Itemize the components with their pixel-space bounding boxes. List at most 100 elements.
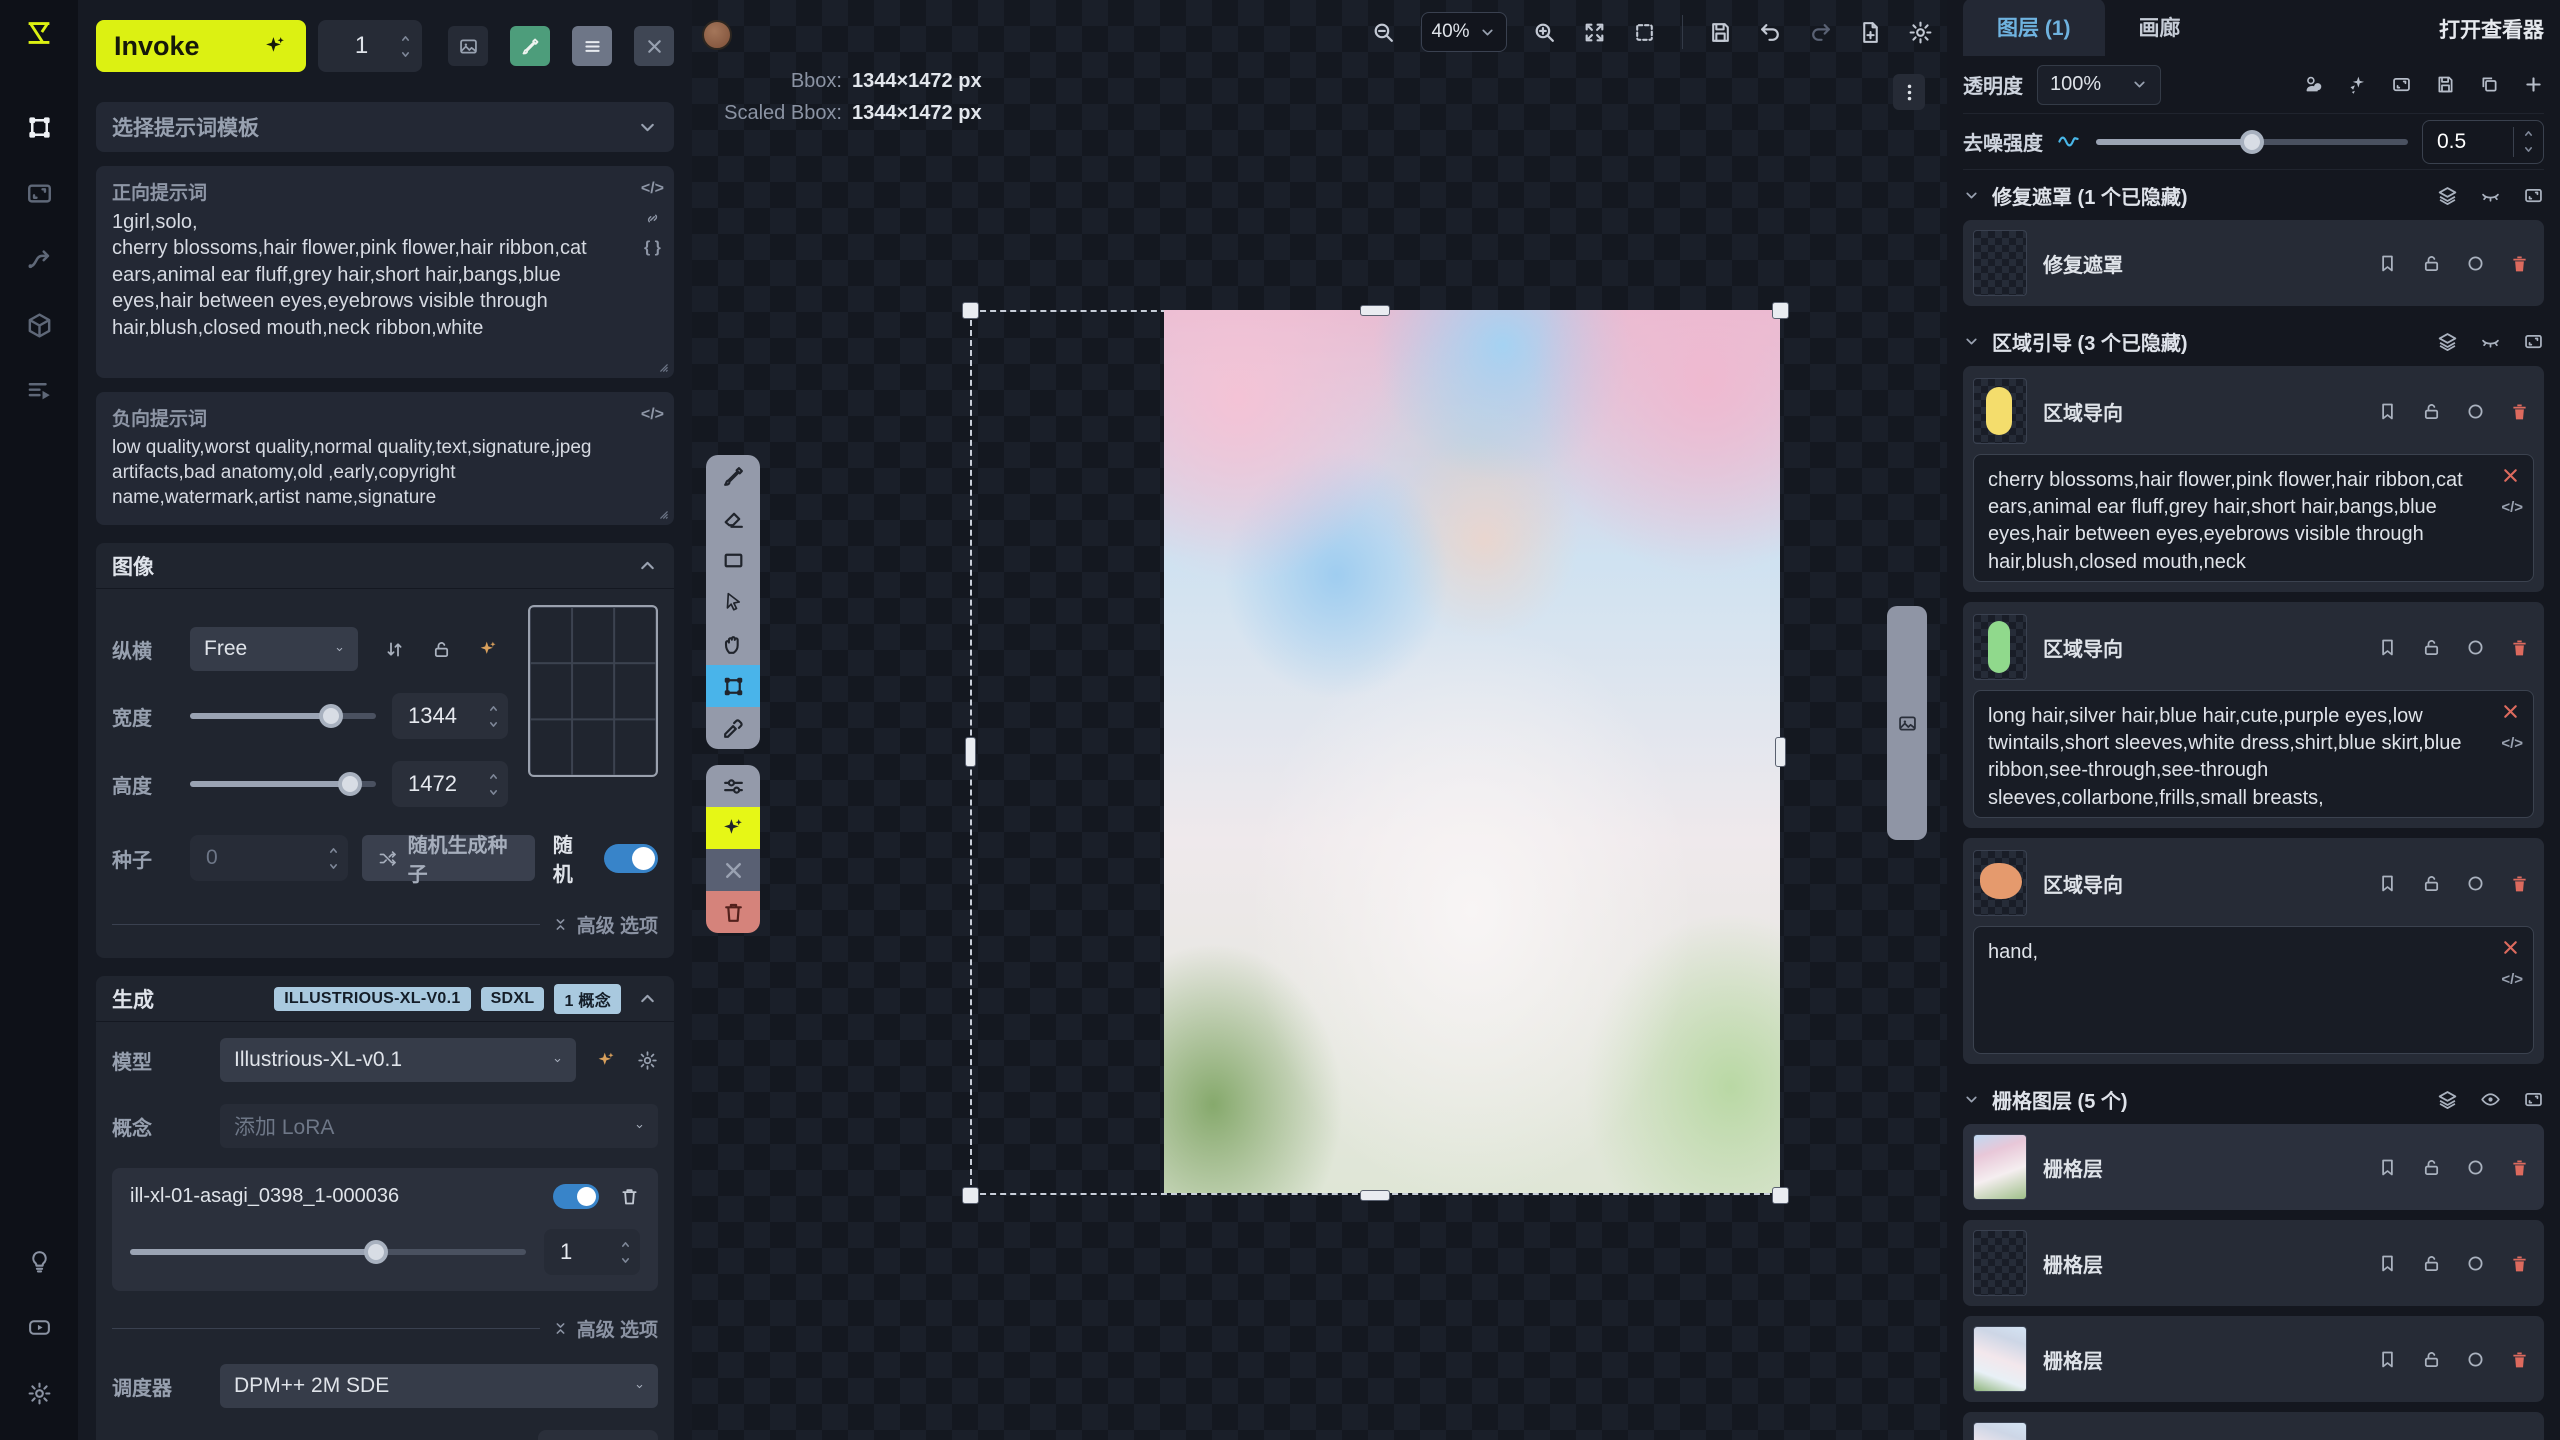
nav-queue-tab[interactable] — [11, 362, 67, 420]
layers-icon[interactable] — [2437, 185, 2458, 206]
invoke-logo-icon[interactable] — [22, 16, 56, 50]
tab-layers[interactable]: 图层 (1) — [1963, 0, 2105, 56]
cancel-button[interactable] — [706, 849, 760, 891]
duplicate-icon[interactable] — [2479, 74, 2500, 95]
trash-icon[interactable] — [2509, 873, 2530, 894]
fit-to-view-icon[interactable] — [1582, 20, 1607, 45]
bbox-handle-se[interactable] — [1772, 1187, 1789, 1204]
raster-layer-row[interactable]: 栅格层 — [1963, 1124, 2544, 1210]
zoom-level-select[interactable]: 40% — [1421, 12, 1507, 52]
image-section-header[interactable]: 图像 — [96, 543, 674, 589]
move-tool[interactable] — [706, 581, 760, 623]
rect-tool[interactable] — [706, 539, 760, 581]
raster-layer-row[interactable]: 栅格层 — [1963, 1316, 2544, 1402]
save-layer-icon[interactable] — [2435, 74, 2456, 95]
canvas-image[interactable] — [1164, 310, 1780, 1193]
canvas-mode-button[interactable] — [510, 26, 550, 66]
eraser-tool[interactable] — [706, 497, 760, 539]
resize-handle-icon[interactable] — [653, 504, 670, 521]
remove-prompt-icon[interactable] — [2500, 937, 2521, 958]
lock-icon[interactable] — [2421, 1253, 2442, 1274]
model-sparkle-icon[interactable] — [596, 1050, 617, 1071]
regional-prompt-text[interactable]: long hair,silver hair,blue hair,cute,pur… — [1988, 703, 2481, 812]
new-session-icon[interactable] — [1858, 20, 1883, 45]
chevron-up-icon[interactable] — [637, 988, 658, 1009]
swap-dimensions-icon[interactable] — [384, 639, 405, 660]
bookmark-icon[interactable] — [2377, 1253, 2398, 1274]
code-icon[interactable]: </> — [2501, 735, 2523, 752]
random-seed-toggle[interactable] — [604, 844, 658, 873]
remove-prompt-icon[interactable] — [2500, 465, 2521, 486]
visibility-circle-icon[interactable] — [2465, 401, 2486, 422]
close-panel-button[interactable] — [634, 26, 674, 66]
lock-icon[interactable] — [2421, 873, 2442, 894]
visibility-circle-icon[interactable] — [2465, 1157, 2486, 1178]
visibility-circle-icon[interactable] — [2465, 1253, 2486, 1274]
shapes-icon[interactable] — [2303, 74, 2324, 95]
eye-off-icon[interactable] — [2480, 331, 2501, 352]
fit-bbox-icon[interactable] — [1632, 20, 1657, 45]
frame-icon[interactable] — [2523, 185, 2544, 206]
add-lora-select[interactable]: 添加 LoRA — [220, 1104, 658, 1148]
code-icon[interactable]: </> — [641, 180, 664, 198]
layers-icon[interactable] — [2437, 331, 2458, 352]
model-select[interactable]: Illustrious-XL-v0.1 — [220, 1038, 576, 1082]
lock-icon[interactable] — [2421, 401, 2442, 422]
nav-canvas-tab[interactable] — [11, 98, 67, 156]
frame-icon[interactable] — [2523, 1089, 2544, 1110]
brush-color-swatch[interactable] — [702, 20, 732, 50]
lora-toggle[interactable] — [553, 1184, 599, 1209]
brush-tool[interactable] — [706, 455, 760, 497]
scheduler-select[interactable]: DPM++ 2M SDE — [220, 1364, 658, 1408]
bookmark-icon[interactable] — [2377, 1349, 2398, 1370]
height-slider[interactable] — [190, 781, 376, 787]
raster-layer-row[interactable]: 栅格层 — [1963, 1220, 2544, 1306]
regional-prompt-text[interactable]: hand, — [1988, 939, 2481, 966]
nav-viewer-tab[interactable] — [11, 164, 67, 222]
trash-icon[interactable] — [2509, 637, 2530, 658]
pan-tool[interactable] — [706, 623, 760, 665]
regional-prompt-box[interactable]: cherry blossoms,hair flower,pink flower,… — [1973, 454, 2534, 582]
opacity-select[interactable]: 100% — [2037, 65, 2161, 105]
trash-icon[interactable] — [619, 1186, 640, 1207]
advanced-options-toggle[interactable]: 高级 选项 — [552, 1315, 658, 1342]
trash-icon[interactable] — [2509, 253, 2530, 274]
tips-button[interactable] — [11, 1232, 67, 1290]
bbox-tool[interactable] — [706, 665, 760, 707]
eye-off-icon[interactable] — [2480, 185, 2501, 206]
lora-weight-input[interactable]: 1 — [544, 1229, 640, 1275]
layers-list[interactable]: 修复遮罩 (1 个已隐藏) 修复遮罩 区域引导 — [1963, 170, 2544, 1440]
generation-section-header[interactable]: 生成 ILLUSTRIOUS-XL-V0.1 SDXL 1 概念 — [96, 976, 674, 1022]
advanced-options-toggle[interactable]: 高级 选项 — [552, 911, 658, 938]
frame-icon[interactable] — [2523, 331, 2544, 352]
canvas-menu-button[interactable] — [1893, 74, 1925, 110]
trash-icon[interactable] — [2509, 401, 2530, 422]
bbox-handle-nw[interactable] — [962, 302, 979, 319]
code-icon[interactable]: </> — [641, 406, 664, 424]
regional-prompt-box[interactable]: long hair,silver hair,blue hair,cute,pur… — [1973, 690, 2534, 818]
invoke-region-button[interactable] — [706, 807, 760, 849]
visibility-circle-icon[interactable] — [2465, 1349, 2486, 1370]
steps-input[interactable]: 20 — [538, 1430, 658, 1440]
raster-section-header[interactable]: 栅格图层 (5 个) — [1963, 1074, 2544, 1124]
gallery-toggle-button[interactable] — [448, 26, 488, 66]
resize-handle-icon[interactable] — [653, 357, 670, 374]
raster-layer-row[interactable]: 栅格层 — [1963, 1412, 2544, 1440]
open-viewer-button[interactable]: 打开查看器 — [2439, 14, 2544, 56]
bbox-handle-ne[interactable] — [1772, 302, 1789, 319]
lock-icon[interactable] — [2421, 1349, 2442, 1370]
bookmark-icon[interactable] — [2377, 401, 2398, 422]
regional-layer-card[interactable]: 区域导向 hand, </> — [1963, 838, 2544, 1064]
settings-button[interactable] — [11, 1364, 67, 1422]
model-settings-icon[interactable] — [637, 1050, 658, 1071]
regional-layer-card[interactable]: 区域导向 long hair,silver hair,blue hair,cut… — [1963, 602, 2544, 828]
undo-icon[interactable] — [1758, 20, 1783, 45]
regional-prompt-box[interactable]: hand, </> — [1973, 926, 2534, 1054]
bbox-handle-n[interactable] — [1360, 305, 1390, 316]
bookmark-icon[interactable] — [2377, 1157, 2398, 1178]
frame-icon[interactable] — [2391, 74, 2412, 95]
braces-icon[interactable]: { } — [644, 239, 661, 257]
color-picker-tool[interactable] — [706, 707, 760, 749]
trash-icon[interactable] — [2509, 1253, 2530, 1274]
canvas-settings-icon[interactable] — [1908, 20, 1933, 45]
